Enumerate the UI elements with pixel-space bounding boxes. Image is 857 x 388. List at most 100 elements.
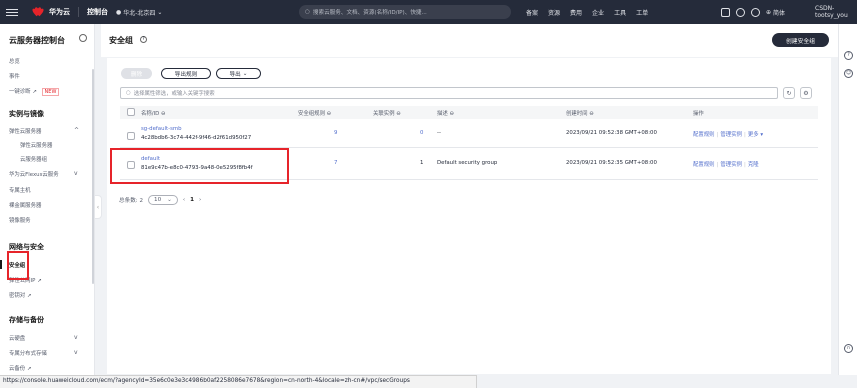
divider bbox=[78, 7, 79, 17]
settings-icon[interactable]: ⚙ bbox=[800, 87, 812, 99]
location-pin-icon: ● bbox=[116, 8, 122, 16]
nav-link-filing[interactable]: 备案 bbox=[526, 8, 538, 17]
security-group-name-link[interactable]: sg-default-smb bbox=[141, 126, 182, 132]
export-label: 导出 bbox=[229, 71, 241, 78]
headset-support-icon[interactable]: ∩ bbox=[844, 344, 853, 353]
huawei-logo-icon[interactable] bbox=[31, 6, 45, 17]
row-checkbox[interactable] bbox=[127, 132, 135, 140]
more-label: 更多 bbox=[747, 132, 759, 138]
create-security-group-button[interactable]: 创建安全组 bbox=[772, 33, 829, 47]
bell-icon[interactable] bbox=[736, 7, 745, 17]
nav-link-tickets[interactable]: 工单 bbox=[636, 8, 648, 17]
column-label: 创建时间 bbox=[566, 111, 588, 117]
search-icon: ○ bbox=[305, 9, 310, 15]
chevron-down-icon[interactable]: v bbox=[74, 349, 78, 356]
nav-link-billing[interactable]: 费用 bbox=[570, 8, 582, 17]
menu-icon[interactable] bbox=[6, 8, 18, 16]
chevron-down-icon: ⌄ bbox=[167, 197, 172, 203]
sidebar-item-keypair[interactable]: 密钥对 ↗ bbox=[9, 291, 31, 299]
question-icon[interactable]: ? bbox=[140, 36, 147, 43]
instance-count-link[interactable]: 0 bbox=[420, 130, 423, 136]
export-dropdown-button[interactable]: 导出 ⌄ bbox=[216, 68, 261, 79]
page-size-select[interactable]: 10 ⌄ bbox=[148, 195, 178, 205]
sidebar-item-overview[interactable]: 总览 bbox=[9, 57, 20, 65]
sidebar-item-flexus[interactable]: 华为云Flexus云服务 bbox=[9, 170, 59, 178]
instance-count[interactable]: 1 bbox=[420, 160, 423, 166]
column-label: 安全组规则 bbox=[298, 111, 325, 117]
sidebar: 云服务器控制台 总览 事件 一键诊断 ↗ NEW 实例与镜像 弹性云服务器 ^ … bbox=[0, 24, 95, 375]
sidebar-item-dedicated-host[interactable]: 专属主机 bbox=[9, 186, 31, 194]
sidebar-item-image[interactable]: 镜像服务 bbox=[9, 216, 31, 224]
sidebar-item-bare-metal[interactable]: 裸金属服务器 bbox=[9, 201, 41, 209]
sidebar-item-dss[interactable]: 专属分布式存储 bbox=[9, 349, 47, 357]
manage-instances-link[interactable]: 管理实例 bbox=[720, 132, 742, 138]
sidebar-item-ecs-list[interactable]: 弹性云服务器 bbox=[20, 141, 52, 149]
refresh-icon[interactable]: ↻ bbox=[783, 87, 795, 99]
active-indicator bbox=[0, 260, 2, 269]
chevron-down-icon[interactable]: v bbox=[74, 170, 78, 177]
region-selector[interactable]: ● 华北-北京四 ⌄ bbox=[116, 8, 162, 17]
question-icon[interactable]: ? bbox=[844, 51, 853, 60]
external-link-icon: ↗ bbox=[25, 293, 32, 299]
nav-link-tools[interactable]: 工具 bbox=[614, 8, 626, 17]
delete-button[interactable]: 删除 bbox=[121, 68, 152, 79]
sidebar-item-evs[interactable]: 云硬盘 bbox=[9, 334, 25, 342]
more-dropdown[interactable]: 更多 ▾ bbox=[748, 132, 763, 138]
sidebar-group-instances: 实例与镜像 bbox=[9, 110, 44, 118]
sidebar-item-label: 一键诊断 bbox=[9, 89, 31, 95]
filter-search-input[interactable]: ○ 选择属性筛选，或输入关键字搜索 bbox=[120, 87, 778, 99]
nav-link-enterprise[interactable]: 企业 bbox=[592, 8, 604, 17]
search-icon[interactable] bbox=[79, 34, 87, 42]
user-account-menu[interactable]: CSDN-tootsy_you bbox=[815, 5, 857, 19]
sidebar-item-cbr[interactable]: 云备份 ↗ bbox=[9, 364, 31, 372]
sidebar-item-events[interactable]: 事件 bbox=[9, 72, 20, 80]
language-selector[interactable]: ⊕ 简体 bbox=[766, 8, 785, 17]
column-header-actions: 操作 bbox=[693, 111, 704, 117]
column-header-rules[interactable]: 安全组规则 ⊖ bbox=[298, 109, 331, 117]
highlight-box bbox=[110, 148, 289, 184]
manage-instances-link[interactable]: 管理实例 bbox=[720, 162, 742, 168]
configure-rules-link[interactable]: 配置规则 bbox=[693, 162, 715, 168]
chevron-down-icon[interactable]: v bbox=[74, 334, 78, 341]
prev-page-icon[interactable]: ‹ bbox=[183, 197, 185, 203]
chevron-down-icon: ⌄ bbox=[242, 70, 248, 77]
browser-status-url: https://console.huaweicloud.com/ecm/?age… bbox=[0, 375, 477, 388]
collapse-sidebar-button[interactable]: ‹ bbox=[95, 195, 102, 219]
select-all-checkbox[interactable] bbox=[127, 108, 135, 116]
sidebar-item-server-group[interactable]: 云服务器组 bbox=[20, 155, 47, 163]
clone-link[interactable]: 克隆 bbox=[748, 162, 759, 168]
global-search-input[interactable]: ○ 搜索云服务、文档、资源(名称/ID/IP)、快捷... bbox=[299, 5, 511, 19]
help-icon[interactable] bbox=[751, 7, 760, 17]
rule-count-link[interactable]: 9 bbox=[334, 130, 337, 136]
column-label: 关联实例 bbox=[373, 111, 395, 117]
column-header-instances[interactable]: 关联实例 ⊖ bbox=[373, 109, 401, 117]
globe-icon: ⊕ bbox=[766, 8, 772, 16]
row-actions: 配置规则 | 管理实例 | 更多 ▾ bbox=[693, 130, 763, 138]
search-icon: ○ bbox=[126, 90, 131, 96]
column-header-description[interactable]: 描述 ⊖ bbox=[437, 109, 454, 117]
nav-link-resources[interactable]: 资源 bbox=[548, 8, 560, 17]
sidebar-scrollbar[interactable] bbox=[92, 69, 94, 284]
smiley-feedback-icon[interactable]: ☺ bbox=[844, 69, 853, 78]
next-page-icon[interactable]: › bbox=[199, 197, 201, 203]
security-group-id: 4c28bdb6-3c74-442f-9f46-d2f61d950f27 bbox=[141, 135, 252, 141]
chevron-up-icon[interactable]: ^ bbox=[74, 127, 79, 134]
sidebar-item-label: 云备份 bbox=[9, 366, 26, 372]
brand-name[interactable]: 华为云 bbox=[49, 7, 70, 17]
console-link[interactable]: 控制台 bbox=[87, 7, 108, 17]
highlight-box bbox=[7, 251, 29, 280]
language-label: 简体 bbox=[773, 9, 786, 17]
sidebar-item-ecs[interactable]: 弹性云服务器 bbox=[9, 127, 41, 135]
rule-count-link[interactable]: 7 bbox=[334, 160, 337, 166]
sidebar-item-diagnose[interactable]: 一键诊断 ↗ NEW bbox=[9, 87, 60, 96]
column-header-created[interactable]: 创建时间 ⊖ bbox=[566, 109, 594, 117]
page-number[interactable]: 1 bbox=[190, 197, 194, 203]
global-search-placeholder: 搜索云服务、文档、资源(名称/ID/IP)、快捷... bbox=[312, 10, 427, 16]
column-label: 名称/ID bbox=[141, 111, 160, 117]
pagination: 总条数: 2 10 ⌄ ‹ 1 › bbox=[119, 195, 201, 205]
configure-rules-link[interactable]: 配置规则 bbox=[693, 132, 715, 138]
column-header-name[interactable]: 名称/ID ⊖ bbox=[141, 109, 166, 117]
caret-down-icon: ▾ bbox=[760, 132, 764, 138]
export-rules-button[interactable]: 导出规则 bbox=[161, 68, 211, 79]
message-icon[interactable] bbox=[721, 7, 730, 17]
